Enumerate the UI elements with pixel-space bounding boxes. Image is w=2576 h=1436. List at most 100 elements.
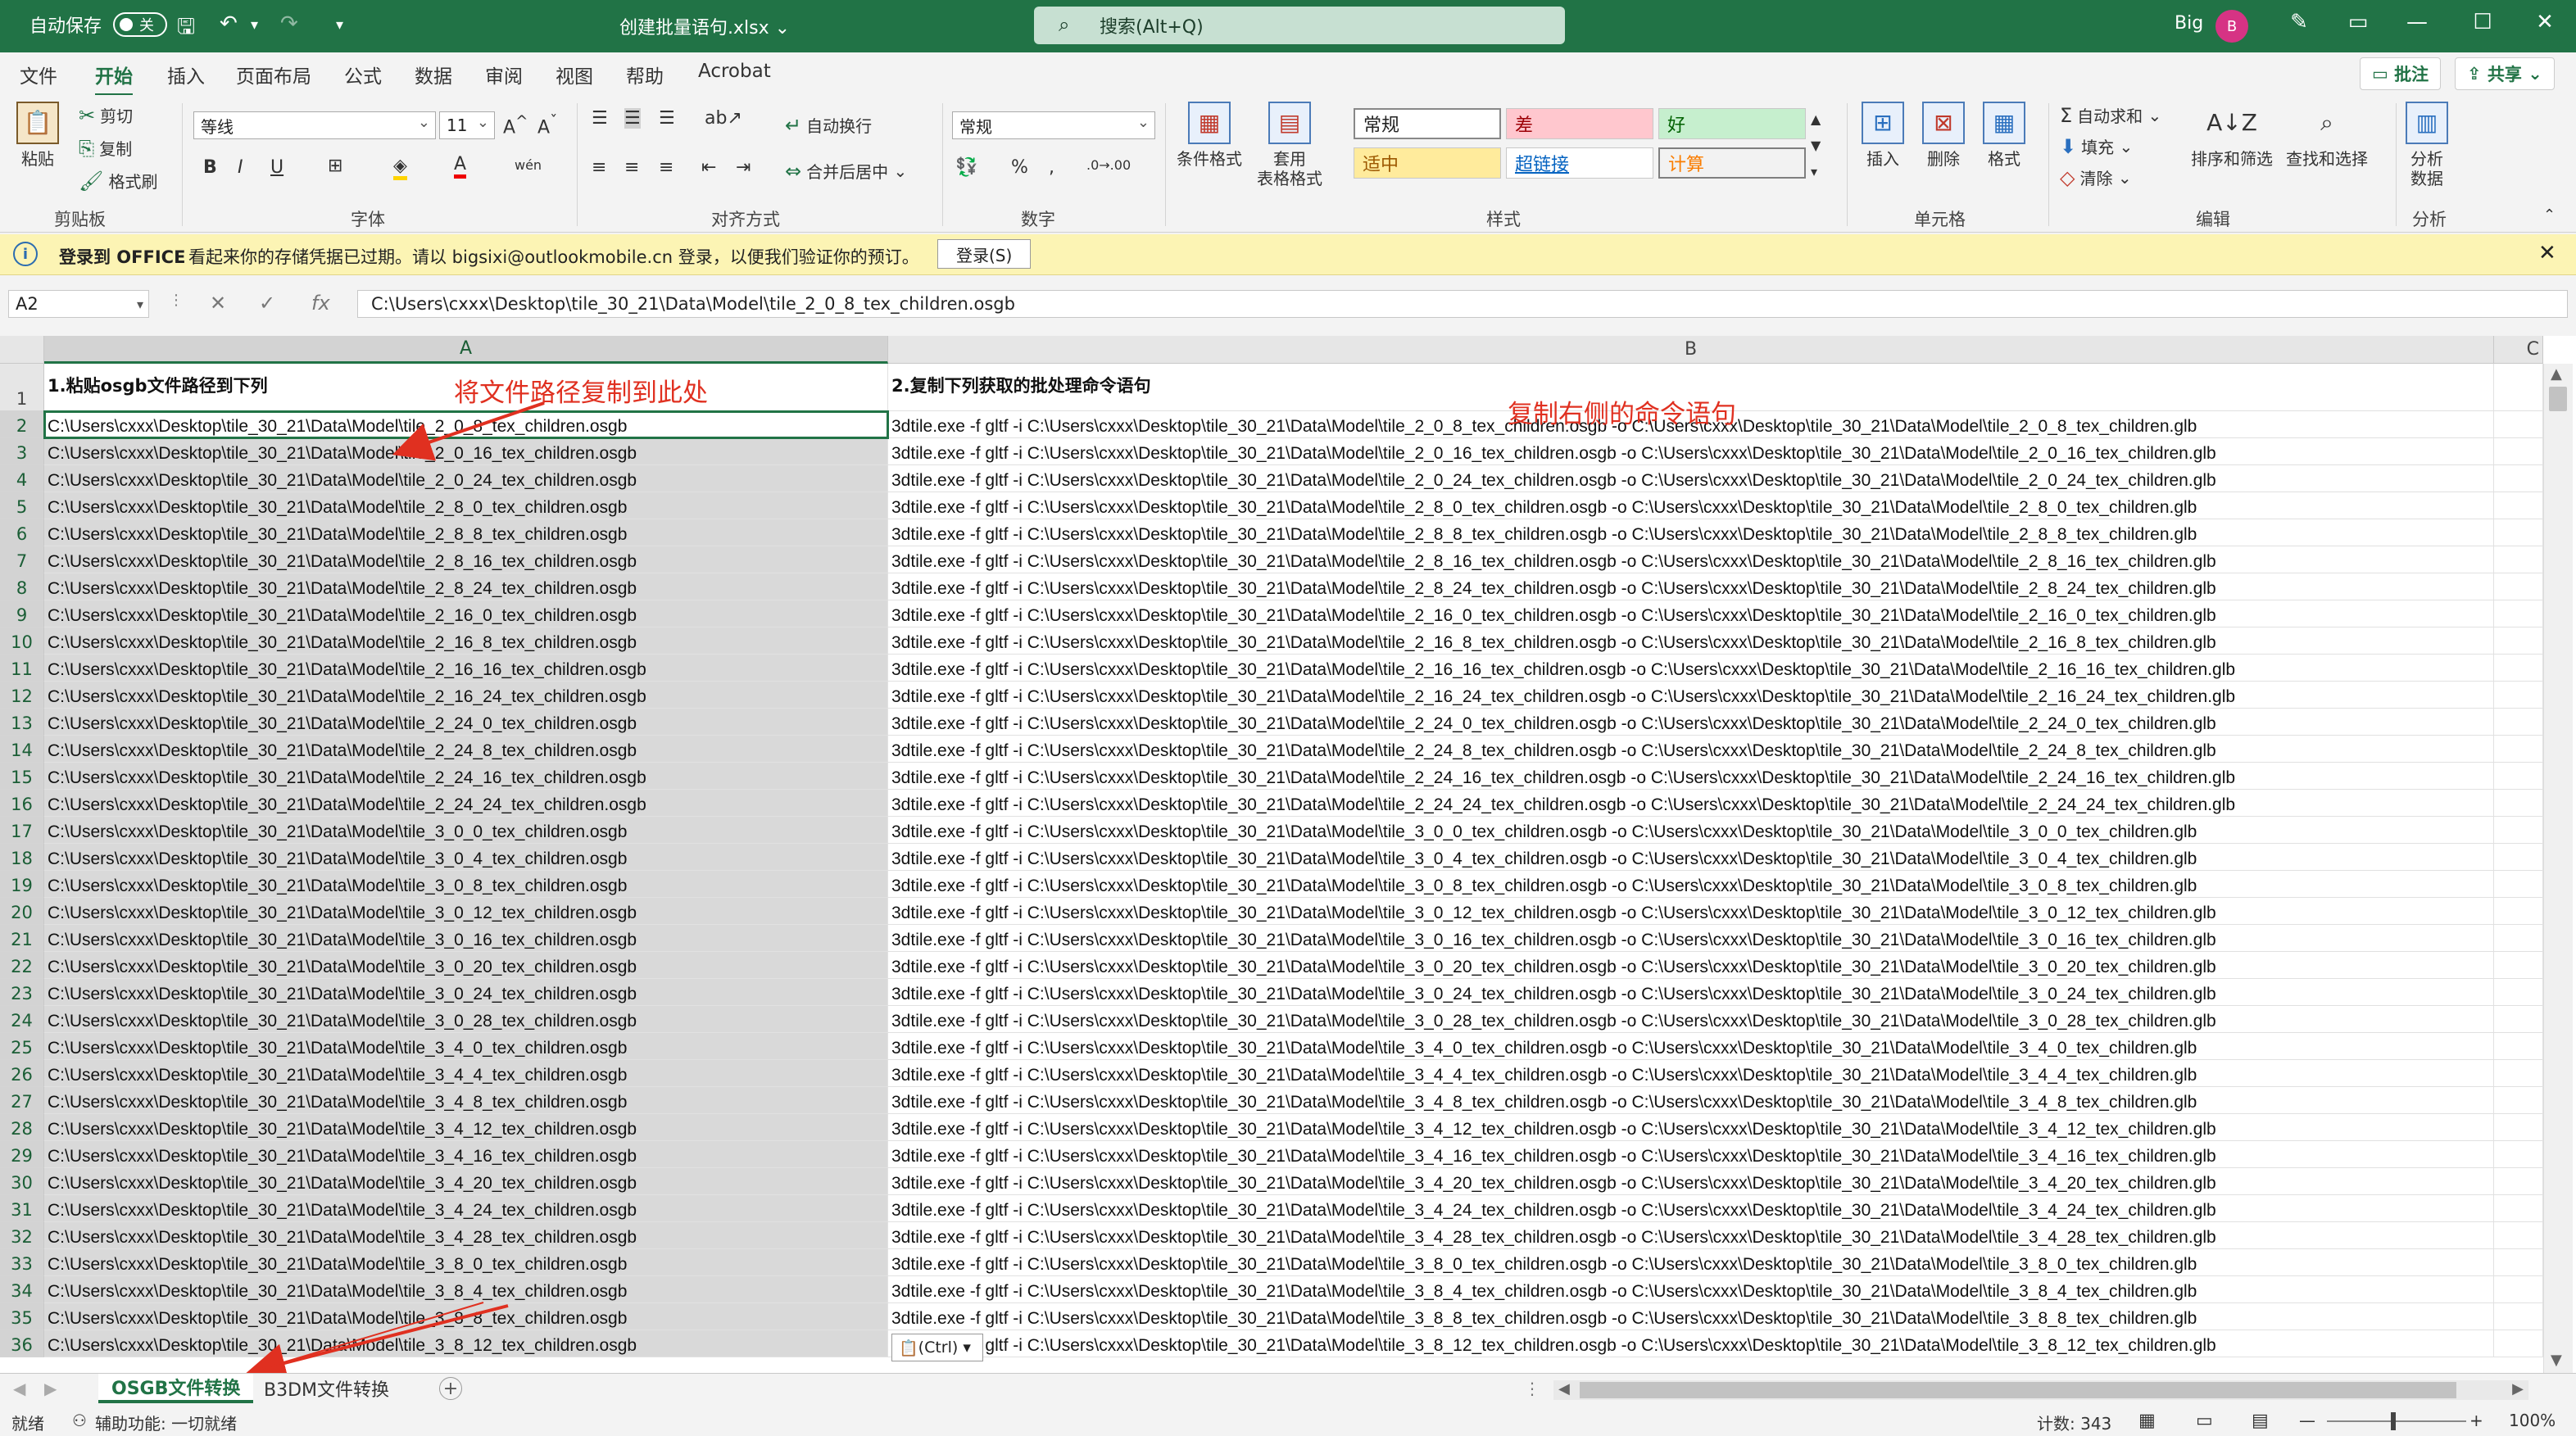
scroll-thumb[interactable] <box>2549 387 2567 411</box>
command-cell[interactable]: 3dtile.exe -f gltf -i C:\Users\cxxx\Desk… <box>888 1087 2494 1114</box>
style-calculation[interactable]: 计算 <box>1658 147 1806 179</box>
style-hyperlink[interactable]: 超链接 <box>1506 147 1653 179</box>
undo-icon[interactable]: ↶ <box>220 11 238 36</box>
command-cell[interactable]: 3dtile.exe -f gltf -i C:\Users\cxxx\Desk… <box>888 546 2494 573</box>
undo-dropdown-icon[interactable]: ▾ <box>251 16 258 34</box>
cell-c[interactable] <box>2494 763 2543 790</box>
cell-c[interactable] <box>2494 1249 2543 1276</box>
format-table-button[interactable]: ▤ 套用 表格格式 <box>1257 102 1322 188</box>
tab-review[interactable]: 审阅 <box>485 61 523 88</box>
cell-c[interactable] <box>2494 519 2543 546</box>
sheet-tab-osgb[interactable]: OSGB文件转换 <box>98 1374 254 1403</box>
close-icon[interactable]: ✕ <box>2528 10 2561 34</box>
more-options-icon[interactable]: ⋮ <box>1524 1379 1540 1398</box>
align-left-icon[interactable]: ≡ <box>592 157 606 178</box>
tab-data[interactable]: 数据 <box>415 61 452 88</box>
maximize-icon[interactable]: ☐ <box>2466 10 2499 34</box>
cut-button[interactable]: ✂ 剪切 <box>79 103 133 127</box>
command-cell[interactable]: 3dtile.exe -f gltf -i C:\Users\cxxx\Desk… <box>888 1330 2494 1357</box>
cell-c[interactable] <box>2494 1195 2543 1222</box>
tab-view[interactable]: 视图 <box>556 61 593 88</box>
cell-c[interactable] <box>2494 1006 2543 1033</box>
zoom-level[interactable]: 100% <box>2509 1411 2556 1430</box>
cell-c[interactable] <box>2494 736 2543 763</box>
number-format-select[interactable]: 常规 ⌄ <box>952 111 1155 139</box>
percent-icon[interactable]: % <box>1011 157 1028 178</box>
horizontal-scrollbar[interactable]: ◀ ▶ <box>1553 1380 2528 1400</box>
cell-c[interactable] <box>2494 600 2543 627</box>
autosum-button[interactable]: Σ 自动求和 ⌄ <box>2060 103 2161 127</box>
column-header-b[interactable]: B <box>888 336 2494 364</box>
command-cell[interactable]: 3dtile.exe -f gltf -i C:\Users\cxxx\Desk… <box>888 438 2494 465</box>
decrease-font-icon[interactable]: Aˇ <box>537 113 557 138</box>
increase-font-icon[interactable]: A^ <box>503 113 528 138</box>
document-title[interactable]: 创建批量语句.xlsx ⌄ <box>619 13 790 39</box>
zoom-slider[interactable] <box>2327 1420 2466 1422</box>
name-box[interactable]: A2 ▾ <box>8 290 149 318</box>
command-cell[interactable]: 3dtile.exe -f gltf -i C:\Users\cxxx\Desk… <box>888 1006 2494 1033</box>
customize-toolbar-icon[interactable]: ▾ <box>336 16 343 34</box>
styles-scroll-up-icon[interactable]: ▲ <box>1811 111 1821 127</box>
align-bottom-icon[interactable]: ☰ <box>659 108 675 129</box>
scroll-down-icon[interactable]: ▼ <box>2551 1352 2562 1369</box>
styles-more-icon[interactable]: ▾ <box>1811 164 1817 179</box>
orientation-icon[interactable]: ab↗ <box>705 108 742 129</box>
style-neutral[interactable]: 适中 <box>1354 147 1501 179</box>
conditional-format-button[interactable]: ▦ 条件格式 <box>1177 102 1242 169</box>
command-cell[interactable]: 3dtile.exe -f gltf -i C:\Users\cxxx\Desk… <box>888 1195 2494 1222</box>
zoom-in-icon[interactable]: + <box>2469 1411 2483 1430</box>
worksheet-grid[interactable]: A B C 1 1.粘贴osgb文件路径到下列 2.复制下列获取的批处理命令语句… <box>0 336 2576 1373</box>
cell-c[interactable] <box>2494 546 2543 573</box>
align-top-icon[interactable]: ☰ <box>592 108 608 129</box>
cell-c[interactable] <box>2494 925 2543 952</box>
paste-button[interactable]: 📋 粘贴 <box>16 102 59 169</box>
command-cell[interactable]: 3dtile.exe -f gltf -i C:\Users\cxxx\Desk… <box>888 763 2494 790</box>
paste-options-button[interactable]: 📋 (Ctrl) ▾ <box>891 1334 983 1361</box>
command-cell[interactable]: 3dtile.exe -f gltf -i C:\Users\cxxx\Desk… <box>888 1222 2494 1249</box>
tab-formulas[interactable]: 公式 <box>344 61 382 88</box>
add-sheet-icon[interactable]: + <box>439 1377 462 1400</box>
enter-icon[interactable]: ✓ <box>259 292 275 315</box>
command-cell[interactable]: 3dtile.exe -f gltf -i C:\Users\cxxx\Desk… <box>888 1168 2494 1195</box>
style-bad[interactable]: 差 <box>1506 108 1653 139</box>
collapse-ribbon-icon[interactable]: ⌃ <box>2543 206 2556 224</box>
scroll-right-icon[interactable]: ▶ <box>2512 1380 2524 1397</box>
cell-c[interactable] <box>2494 1303 2543 1330</box>
tab-insert[interactable]: 插入 <box>167 61 205 88</box>
tab-acrobat[interactable]: Acrobat <box>698 61 771 82</box>
bold-button[interactable]: B <box>203 157 217 178</box>
cell-c[interactable] <box>2494 871 2543 898</box>
scroll-thumb[interactable] <box>1580 1382 2456 1398</box>
cell-c[interactable] <box>2494 1276 2543 1303</box>
page-layout-icon[interactable]: ▭ <box>2196 1411 2213 1431</box>
cell-c[interactable] <box>2494 573 2543 600</box>
clear-button[interactable]: ◇ 清除 ⌄ <box>2060 165 2132 189</box>
font-color-icon[interactable]: A <box>454 154 467 179</box>
minimize-icon[interactable]: — <box>2401 10 2433 34</box>
align-right-icon[interactable]: ≡ <box>659 157 673 178</box>
cell-c[interactable] <box>2494 790 2543 817</box>
cell-c[interactable] <box>2494 1033 2543 1060</box>
share-button[interactable]: ⇪ 共享 ⌄ <box>2455 57 2555 90</box>
tab-page-layout[interactable]: 页面布局 <box>236 61 311 88</box>
sort-filter-button[interactable]: A↓Z 排序和筛选 <box>2191 102 2273 170</box>
command-cell[interactable]: 3dtile.exe -f gltf -i C:\Users\cxxx\Desk… <box>888 709 2494 736</box>
font-name-select[interactable]: 等线 ⌄ <box>193 111 436 139</box>
cell-c[interactable] <box>2494 438 2543 465</box>
cell-c[interactable] <box>2494 492 2543 519</box>
cell-c[interactable] <box>2494 1168 2543 1195</box>
accessibility-status[interactable]: 辅助功能: 一切就绪 <box>95 1411 237 1434</box>
pen-icon[interactable]: ✎ <box>2283 10 2315 34</box>
scroll-left-icon[interactable]: ◀ <box>1558 1380 1570 1397</box>
cell-c[interactable] <box>2494 411 2543 438</box>
cell-c[interactable] <box>2494 655 2543 682</box>
redo-icon[interactable]: ↷ <box>280 11 298 36</box>
accessibility-icon[interactable]: ⚇ <box>72 1411 87 1430</box>
cell-c[interactable] <box>2494 898 2543 925</box>
next-sheet-icon[interactable]: ▶ <box>44 1379 57 1398</box>
ribbon-display-icon[interactable]: ▭ <box>2342 10 2374 34</box>
delete-cells-button[interactable]: ⊠ 删除 <box>1922 102 1965 169</box>
cell-c[interactable] <box>2494 952 2543 979</box>
increase-decimal-icon[interactable]: .0→.00 <box>1086 157 1131 173</box>
command-cell[interactable]: 3dtile.exe -f gltf -i C:\Users\cxxx\Desk… <box>888 519 2494 546</box>
